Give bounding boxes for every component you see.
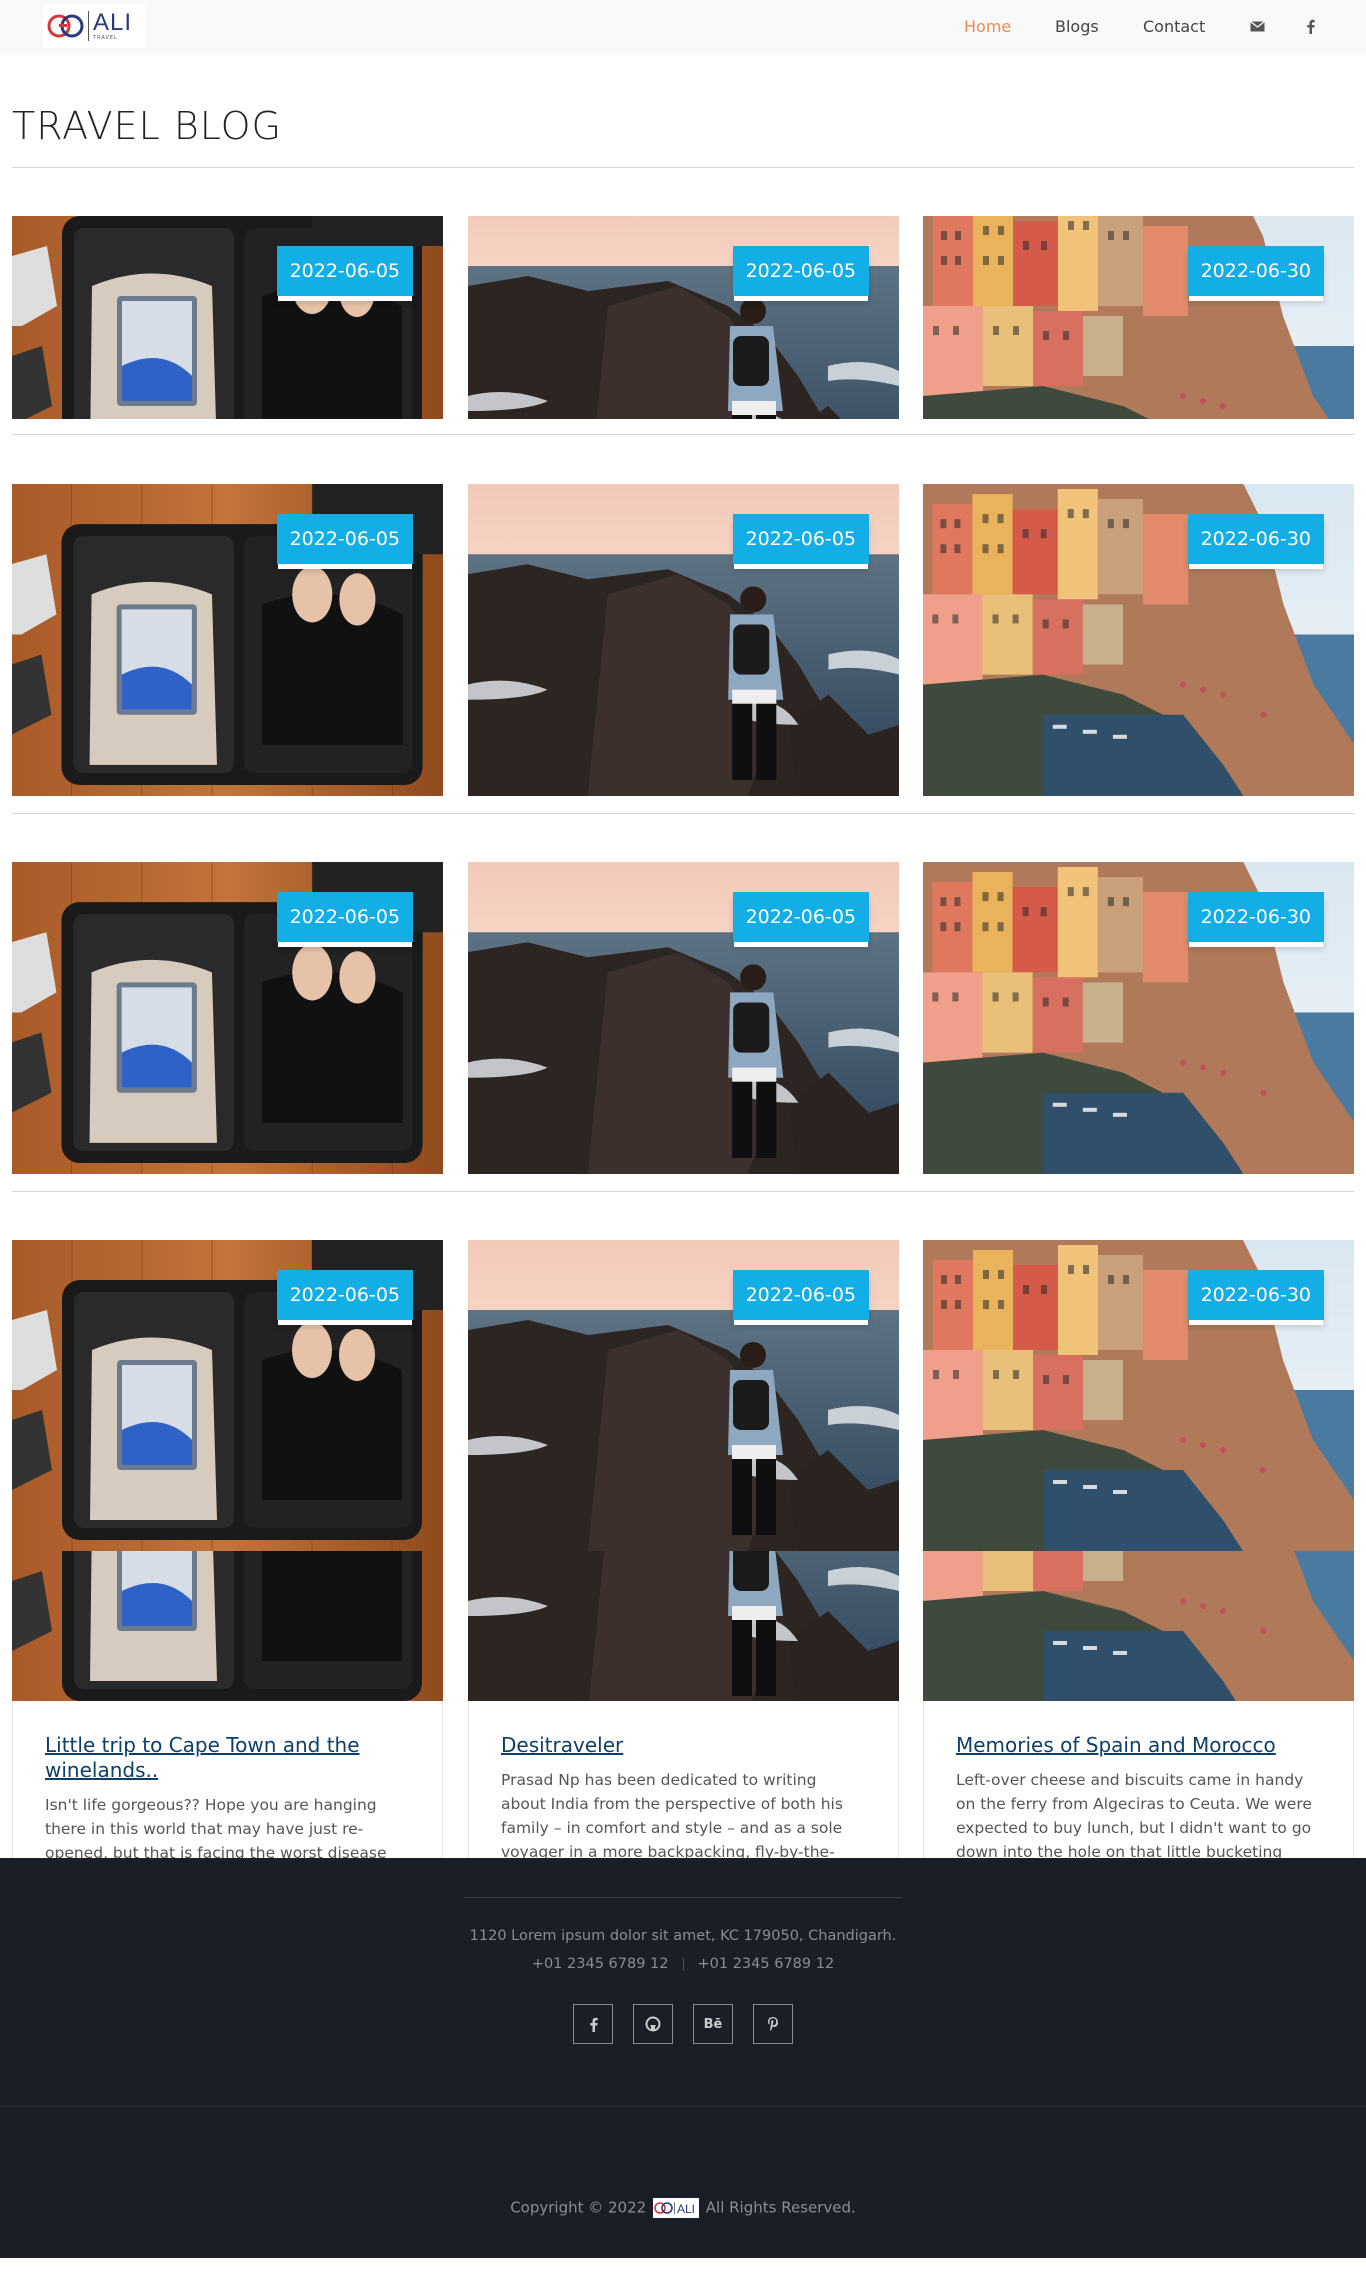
logo-divider bbox=[88, 11, 89, 41]
date-badge: 2022-06-30 bbox=[1187, 892, 1324, 942]
footer: 1120 Lorem ipsum dolor sit amet, KC 1790… bbox=[0, 1858, 1366, 2258]
footer-logo-word: ALI bbox=[677, 2202, 695, 2216]
blog-card[interactable]: 2022-06-05 bbox=[468, 862, 899, 1174]
row-divider bbox=[12, 1191, 1354, 1192]
post-excerpt: Isn't life gorgeous?? Hope you are hangi… bbox=[45, 1796, 387, 1858]
nav-contact-link[interactable]: Contact bbox=[1143, 17, 1205, 36]
card-photo-cliff-lower bbox=[468, 1551, 899, 1701]
footer-top-line bbox=[464, 1897, 902, 1898]
logo-mark-icon bbox=[47, 14, 84, 38]
pinterest-icon[interactable] bbox=[753, 2004, 793, 2044]
date-badge: 2022-06-05 bbox=[732, 1270, 869, 1320]
post-title-link[interactable]: Little trip to Cape Town and the winelan… bbox=[45, 1733, 410, 1783]
footer-phones: +01 2345 6789 12 +01 2345 6789 12 bbox=[0, 1956, 1366, 1972]
footer-logo[interactable]: ALI bbox=[652, 2198, 699, 2218]
title-divider bbox=[12, 167, 1354, 168]
post-title-link[interactable]: Desitraveler bbox=[501, 1733, 866, 1758]
blog-card[interactable]: 2022-06-30 bbox=[923, 484, 1354, 796]
date-badge: 2022-06-05 bbox=[732, 892, 869, 942]
logo-subtext: TRAVEL bbox=[93, 35, 118, 41]
logo-text: ALI TRAVEL bbox=[93, 11, 132, 41]
row-divider bbox=[12, 434, 1354, 435]
post-title-link[interactable]: Memories of Spain and Morocco bbox=[956, 1733, 1321, 1758]
date-badge: 2022-06-05 bbox=[276, 514, 413, 564]
phone-separator bbox=[682, 1957, 684, 1971]
card-photo-village-lower bbox=[923, 1551, 1354, 1701]
facebook-icon[interactable] bbox=[1300, 16, 1320, 36]
nav-home-link[interactable]: Home bbox=[964, 17, 1011, 36]
date-badge: 2022-06-30 bbox=[1187, 246, 1324, 296]
post-excerpt: Left-over cheese and biscuits came in ha… bbox=[956, 1771, 1312, 1858]
card-photo-suitcase-lower bbox=[12, 1551, 443, 1701]
card-body: Little trip to Cape Town and the winelan… bbox=[12, 1701, 443, 1858]
footer-phone[interactable]: +01 2345 6789 12 bbox=[532, 1956, 669, 1972]
footer-address: 1120 Lorem ipsum dolor sit amet, KC 1790… bbox=[469, 1928, 897, 1944]
card-body: Memories of Spain and Morocco Left-over … bbox=[923, 1701, 1354, 1858]
github-icon[interactable] bbox=[633, 2004, 673, 2044]
date-badge: 2022-06-05 bbox=[732, 514, 869, 564]
blog-card[interactable]: 2022-06-05 bbox=[12, 216, 443, 419]
blog-card[interactable]: 2022-06-30 bbox=[923, 216, 1354, 419]
footer-phone[interactable]: +01 2345 6789 12 bbox=[698, 1956, 835, 1972]
row-divider bbox=[12, 813, 1354, 814]
brand-logo[interactable]: ALI TRAVEL bbox=[43, 4, 146, 48]
date-badge: 2022-06-05 bbox=[276, 892, 413, 942]
facebook-icon[interactable] bbox=[573, 2004, 613, 2044]
behance-icon[interactable]: Bē bbox=[693, 2004, 733, 2044]
date-badge: 2022-06-05 bbox=[276, 246, 413, 296]
nav-blogs-link[interactable]: Blogs bbox=[1055, 17, 1099, 36]
copyright: Copyright © 2022 ALI All Rights Reserved… bbox=[0, 2198, 1366, 2218]
navbar: ALI TRAVEL Home Blogs Contact bbox=[0, 0, 1366, 55]
footer-divider bbox=[0, 2106, 1366, 2107]
copyright-suffix: All Rights Reserved. bbox=[705, 2198, 856, 2217]
card-body: Desitraveler Prasad Np has been dedicate… bbox=[468, 1701, 899, 1858]
post-excerpt: Prasad Np has been dedicated to writing … bbox=[501, 1771, 843, 1858]
page-title: TRAVEL BLOG bbox=[12, 104, 282, 148]
date-badge: 2022-06-05 bbox=[276, 1270, 413, 1320]
date-badge: 2022-06-30 bbox=[1187, 514, 1324, 564]
date-badge: 2022-06-05 bbox=[732, 246, 869, 296]
blog-post-card[interactable]: 2022-06-05 Desitraveler Prasad Np has be… bbox=[468, 1240, 899, 1858]
copyright-text: Copyright © 2022 bbox=[510, 2198, 647, 2217]
blog-card[interactable]: 2022-06-05 bbox=[468, 484, 899, 796]
blog-card[interactable]: 2022-06-05 bbox=[12, 862, 443, 1174]
blog-card[interactable]: 2022-06-30 bbox=[923, 862, 1354, 1174]
blog-card[interactable]: 2022-06-05 bbox=[468, 216, 899, 419]
date-badge: 2022-06-30 bbox=[1187, 1270, 1324, 1320]
blog-post-card[interactable]: 2022-06-30 Memories of Spain and Morocco… bbox=[923, 1240, 1354, 1858]
blog-card[interactable]: 2022-06-05 bbox=[12, 484, 443, 796]
envelope-icon[interactable] bbox=[1247, 16, 1267, 36]
logo-word: ALI bbox=[93, 9, 133, 36]
footer-logo-mark-icon: ALI bbox=[654, 2202, 695, 2216]
blog-post-card[interactable]: 2022-06-05 Little trip to Cape Town and … bbox=[12, 1240, 443, 1858]
